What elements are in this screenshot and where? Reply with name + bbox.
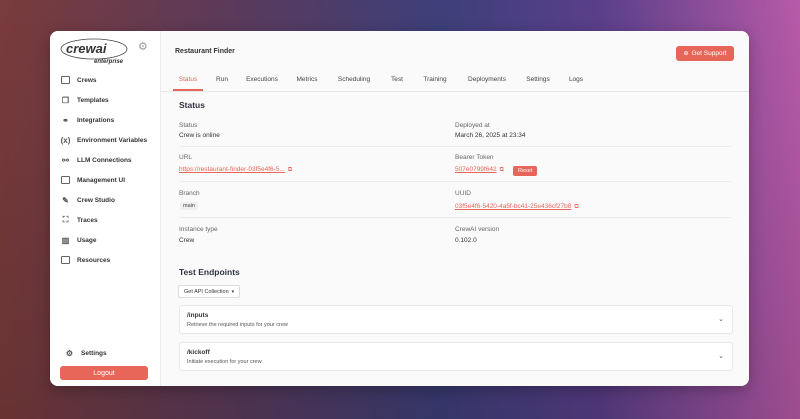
tab-settings[interactable]: Settings: [521, 69, 555, 90]
sidebar-item-management-ui[interactable]: Management UI: [60, 171, 155, 189]
edit-icon: ✎: [62, 195, 69, 205]
header: Restaurant Finder ⊕ Get Support: [161, 31, 749, 69]
tab-metrics[interactable]: Metrics: [291, 69, 323, 90]
sidebar-item-crew-studio[interactable]: ✎ Crew Studio: [60, 191, 155, 209]
sidebar-item-label: Templates: [77, 96, 109, 104]
url-label: URL: [179, 154, 193, 161]
endpoint-inputs[interactable]: /inputs Retrieve the required inputs for…: [179, 305, 733, 334]
bearer-token-label: Bearer Token: [455, 154, 494, 161]
sidebar-item-label: Crew Studio: [77, 196, 115, 204]
link-icon: ⚭: [62, 115, 69, 125]
uuid-value[interactable]: 03f5e4f6-5420-4a5f-bc41-25e436cf27b8: [455, 203, 571, 210]
sidebar-item-label: Resources: [77, 256, 111, 264]
traces-icon: ⛶: [62, 215, 69, 224]
sidebar-item-crews[interactable]: Crews: [60, 71, 155, 89]
gear-icon[interactable]: ⚙: [138, 40, 148, 53]
instance-type-value: Crew: [179, 237, 195, 244]
variable-icon: (x): [60, 135, 71, 145]
url-row: https://restaurant-finder-03f5e4f6-5... ⧉: [179, 166, 292, 174]
templates-icon: ❐: [61, 95, 70, 105]
folder-icon: [60, 75, 71, 86]
divider: [179, 217, 731, 218]
get-support-label: Get Support: [691, 50, 727, 57]
sidebar-item-label: LLM Connections: [77, 156, 132, 164]
tab-logs[interactable]: Logs: [563, 69, 589, 90]
sidebar-item-settings[interactable]: ⚙ Settings: [64, 344, 159, 362]
sidebar-item-label: Crews: [77, 76, 97, 84]
test-endpoints-heading: Test Endpoints: [179, 267, 240, 277]
instance-type-label: Instance type: [179, 226, 218, 233]
copy-icon[interactable]: ⧉: [500, 167, 504, 173]
sidebar-item-templates[interactable]: ❐ Templates: [60, 91, 155, 109]
endpoint-path: /inputs: [187, 312, 209, 319]
sidebar-item-resources[interactable]: Resources: [60, 251, 155, 269]
tab-executions[interactable]: Executions: [241, 69, 283, 90]
endpoint-description: Initiate execution for your crew: [187, 359, 262, 365]
branch-badge: main: [180, 202, 198, 210]
tab-deployments[interactable]: Deployments: [461, 69, 513, 90]
chart-icon: ▥: [61, 235, 70, 245]
copy-icon[interactable]: ⧉: [288, 167, 292, 173]
api-collection-label: Get API Collection: [184, 288, 229, 295]
page-title: Restaurant Finder: [175, 48, 235, 55]
sidebar-item-label: Management UI: [77, 176, 126, 184]
crewai-logo[interactable]: crewai enterprise: [60, 37, 132, 65]
gear-icon: ⚙: [65, 348, 74, 358]
deployed-label: Deployed at: [455, 122, 490, 129]
chevron-down-icon[interactable]: ⌄: [718, 352, 724, 360]
divider: [179, 181, 731, 182]
sidebar-item-label: Settings: [81, 349, 107, 357]
logo-subtext: enterprise: [94, 59, 124, 65]
bearer-token-row: 507e0799f642 ⧉: [455, 166, 504, 174]
sidebar-item-llm-connections[interactable]: ⚯ LLM Connections: [60, 151, 155, 169]
chevron-down-icon[interactable]: ⌄: [718, 315, 724, 323]
sidebar-item-label: Environment Variables: [77, 136, 148, 144]
tab-test[interactable]: Test: [385, 69, 409, 90]
status-label: Status: [179, 122, 198, 129]
folder-icon: [60, 255, 71, 266]
tab-training[interactable]: Training: [417, 69, 453, 90]
sidebar-item-label: Traces: [77, 216, 98, 224]
uuid-label: UUID: [455, 190, 471, 197]
sidebar-item-usage[interactable]: ▥ Usage: [60, 231, 155, 249]
endpoint-kickoff[interactable]: /kickoff Initiate execution for your cre…: [179, 342, 733, 371]
reset-token-button[interactable]: Reset: [513, 166, 538, 176]
logout-button[interactable]: Logout: [60, 366, 148, 380]
divider: [179, 146, 731, 147]
sidebar-item-label: Integrations: [77, 116, 115, 124]
branch-label: Branch: [179, 190, 200, 197]
status-content: Status Status Crew is online Deployed at…: [161, 92, 749, 386]
app-window: crewai enterprise ⚙ Crews ❐ Templates ⚭ …: [50, 31, 749, 386]
copy-icon[interactable]: ⧉: [574, 204, 578, 210]
status-heading: Status: [179, 100, 205, 110]
support-icon: ⊕: [683, 51, 689, 57]
connection-icon: ⚯: [62, 155, 69, 165]
logo-text: crewai: [66, 41, 107, 56]
sidebar-item-integrations[interactable]: ⚭ Integrations: [60, 111, 155, 129]
sidebar-item-label: Usage: [77, 236, 97, 244]
sidebar-item-traces[interactable]: ⛶ Traces: [60, 211, 155, 229]
window-icon: [60, 175, 71, 186]
endpoint-path: /kickoff: [187, 349, 210, 356]
uuid-row: 03f5e4f6-5420-4a5f-bc41-25e436cf27b8 ⧉: [455, 203, 579, 211]
get-support-button[interactable]: ⊕ Get Support: [676, 46, 734, 61]
endpoint-description: Retrieve the required inputs for your cr…: [187, 322, 288, 328]
chevron-down-icon: ▾: [231, 288, 235, 295]
api-collection-dropdown[interactable]: Get API Collection ▾: [178, 285, 241, 298]
url-link[interactable]: https://restaurant-finder-03f5e4f6-5...: [179, 166, 285, 173]
tab-run[interactable]: Run: [211, 69, 233, 90]
status-value: Crew is online: [179, 132, 220, 139]
tab-scheduling[interactable]: Scheduling: [331, 69, 377, 90]
deployed-value: March 26, 2025 at 23:34: [455, 132, 526, 139]
crewai-version-label: CrewAI version: [455, 226, 500, 233]
crewai-version-value: 0.102.0: [455, 237, 477, 244]
tab-bar: Status Run Executions Metrics Scheduling…: [161, 69, 749, 92]
bearer-token-value[interactable]: 507e0799f642: [455, 166, 497, 173]
sidebar-item-environment-variables[interactable]: (x) Environment Variables: [60, 131, 155, 149]
main-panel: Restaurant Finder ⊕ Get Support Status R…: [161, 31, 749, 386]
sidebar: crewai enterprise ⚙ Crews ❐ Templates ⚭ …: [50, 31, 161, 386]
tab-status[interactable]: Status: [173, 69, 203, 91]
